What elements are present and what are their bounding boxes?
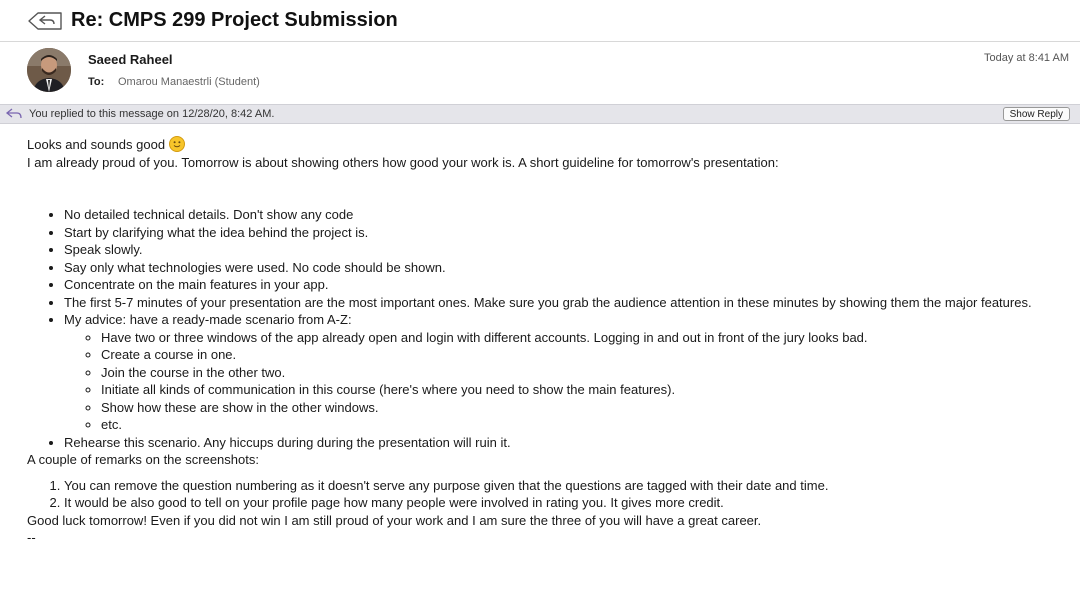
- guideline-list: No detailed technical details. Don't sho…: [27, 206, 1072, 451]
- remarks-list: You can remove the question numbering as…: [27, 477, 1072, 512]
- reply-banner: You replied to this message on 12/28/20,…: [0, 104, 1080, 124]
- show-reply-button[interactable]: Show Reply: [1002, 107, 1070, 121]
- remark-item: You can remove the question numbering as…: [64, 477, 1072, 495]
- sub-list-item: Initiate all kinds of communication in t…: [101, 381, 1072, 399]
- scenario-sublist: Have two or three windows of the app alr…: [64, 329, 1072, 434]
- recipient-name[interactable]: Omarou Manaestrli (Student): [118, 76, 260, 88]
- reply-arrow-icon: [5, 107, 23, 121]
- message-body: Looks and sounds good I am already proud…: [27, 136, 1072, 547]
- closing-text: Good luck tomorrow! Even if you did not …: [27, 512, 762, 528]
- list-item: Say only what technologies were used. No…: [64, 259, 1072, 277]
- remark-item: It would be also good to tell on your pr…: [64, 494, 1072, 512]
- sub-list-item: Create a course in one.: [101, 346, 1072, 364]
- list-item: The first 5-7 minutes of your presentati…: [64, 294, 1072, 312]
- sub-list-item: etc.: [101, 416, 1072, 434]
- title-divider: [0, 41, 1080, 42]
- to-label: To:: [88, 76, 105, 88]
- received-date: Today at 8:41 AM: [984, 52, 1069, 64]
- body-line: Looks and sounds good: [27, 136, 1072, 154]
- signature-separator: --: [27, 530, 36, 545]
- list-item: Start by clarifying what the idea behind…: [64, 224, 1072, 242]
- subject-bar: Re: CMPS 299 Project Submission: [0, 0, 1080, 42]
- list-item-text: My advice: have a ready-made scenario fr…: [64, 312, 352, 327]
- sub-list-item: Have two or three windows of the app alr…: [101, 329, 1072, 347]
- mail-message-window: Re: CMPS 299 Project Submission Saeed Ra…: [0, 0, 1080, 601]
- list-item: Speak slowly.: [64, 241, 1072, 259]
- smiley-emoji-icon: [169, 136, 186, 152]
- list-item: Concentrate on the main features in your…: [64, 276, 1072, 294]
- remarks-intro: A couple of remarks on the screenshots:: [27, 452, 259, 467]
- list-item: My advice: have a ready-made scenario fr…: [64, 311, 1072, 434]
- sub-list-item: Join the course in the other two.: [101, 364, 1072, 382]
- list-item: No detailed technical details. Don't sho…: [64, 206, 1072, 224]
- sub-list-item: Show how these are show in the other win…: [101, 399, 1072, 417]
- back-arrow-icon[interactable]: [27, 10, 63, 32]
- subject-title: Re: CMPS 299 Project Submission: [71, 9, 398, 31]
- body-intro: I am already proud of you. Tomorrow is a…: [27, 154, 779, 170]
- avatar[interactable]: [27, 48, 71, 92]
- body-greeting: Looks and sounds good: [27, 137, 166, 152]
- list-item: Rehearse this scenario. Any hiccups duri…: [64, 434, 1072, 452]
- reply-banner-text: You replied to this message on 12/28/20,…: [29, 108, 275, 120]
- sender-name[interactable]: Saeed Raheel: [88, 52, 173, 67]
